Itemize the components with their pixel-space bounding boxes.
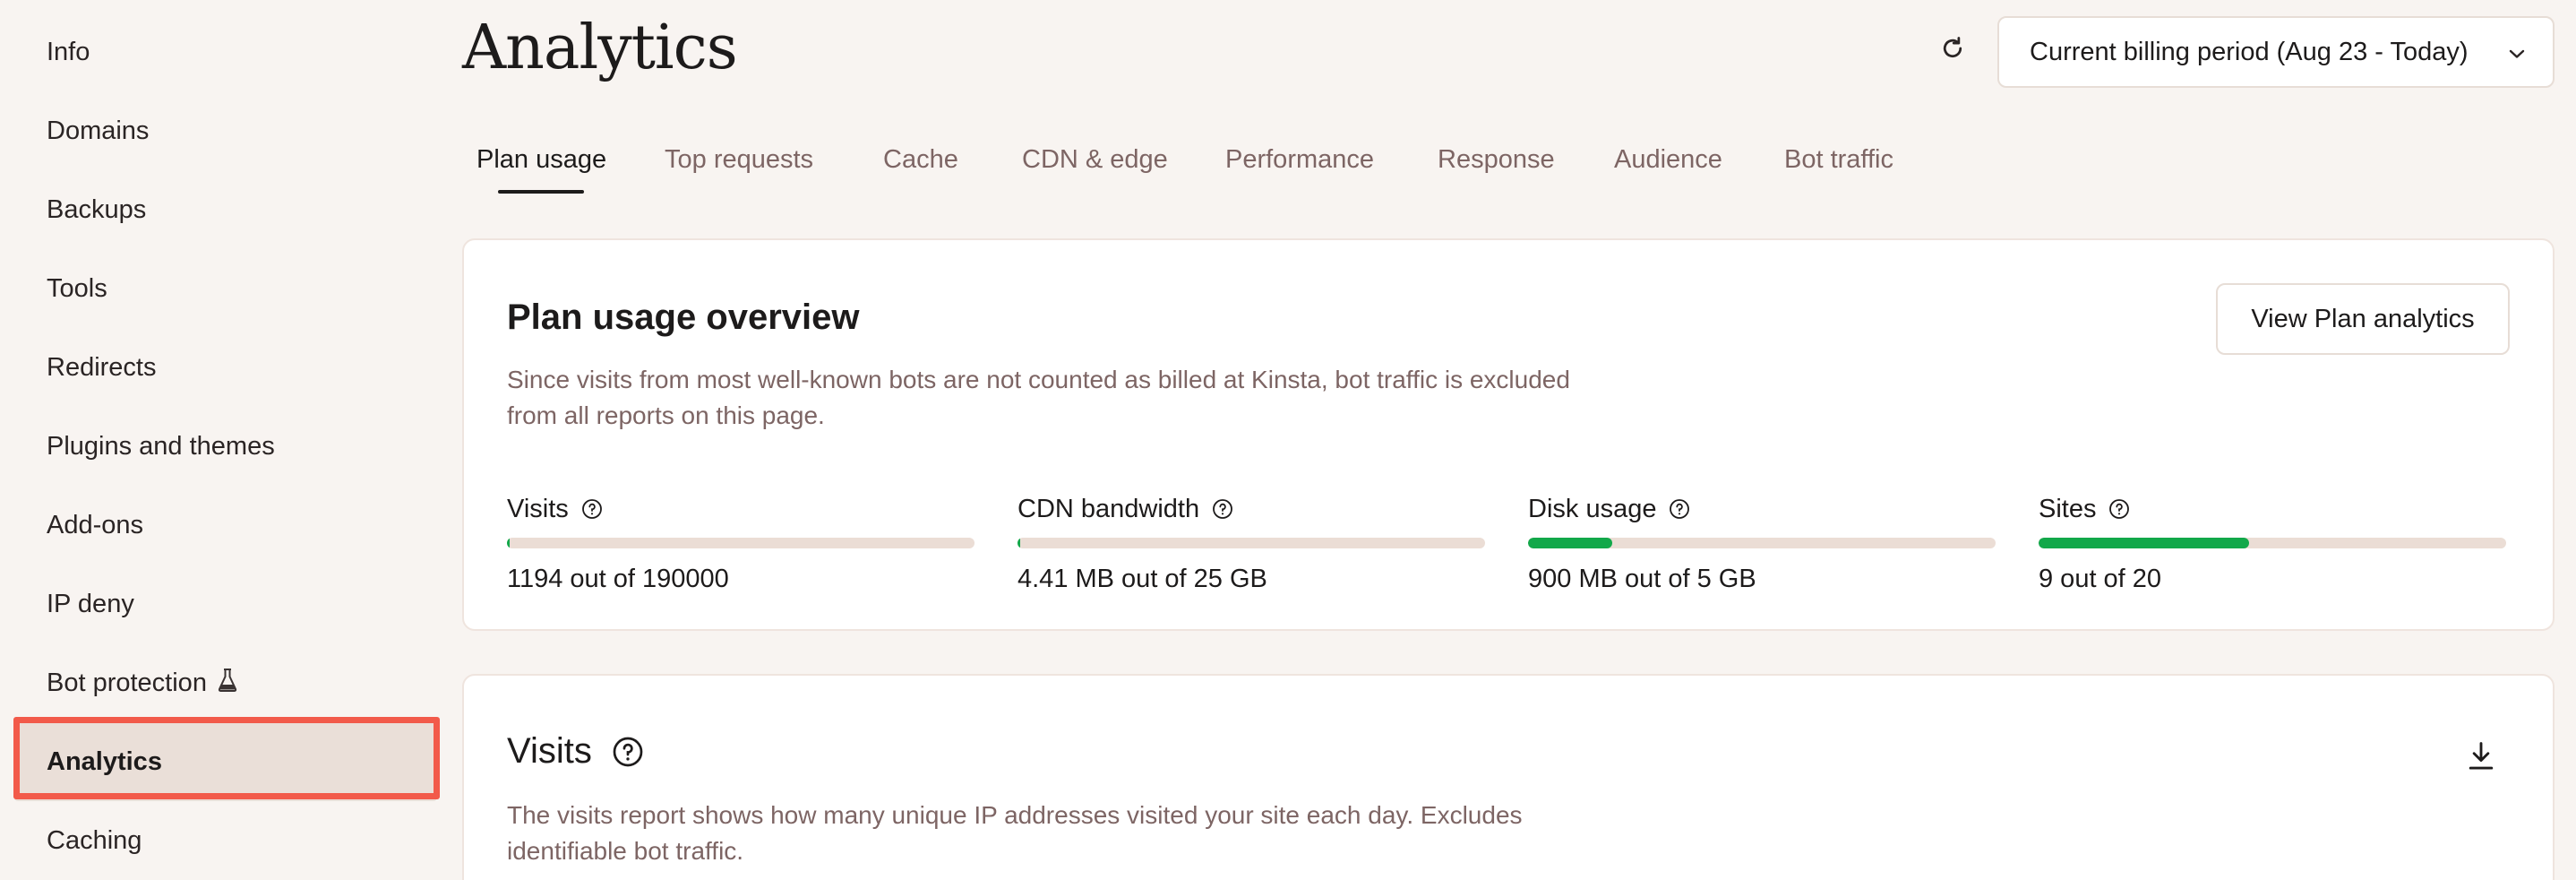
tab-label: Cache	[883, 145, 958, 174]
tab-cache[interactable]: Cache	[883, 136, 958, 195]
tab-cdn-edge[interactable]: CDN & edge	[1022, 136, 1168, 195]
sidebar-item-redirects[interactable]: Redirects	[14, 328, 437, 407]
metric-disk-usage: Disk usage 900 MB out of 5 GB	[1528, 491, 1996, 594]
billing-period-value: Current billing period (Aug 23 - Today)	[2030, 37, 2469, 66]
tab-top-requests[interactable]: Top requests	[665, 136, 813, 195]
sidebar-item-bot-protection[interactable]: Bot protection	[14, 643, 437, 722]
metric-label: Visits	[507, 494, 569, 523]
sidebar-item-add-ons[interactable]: Add-ons	[14, 486, 437, 565]
tab-label: Response	[1438, 145, 1555, 174]
metric-value: 900 MB out of 5 GB	[1528, 565, 1756, 593]
active-tab-indicator	[498, 190, 584, 194]
sidebar-item-analytics[interactable]: Analytics	[14, 722, 437, 801]
visits-description-line-2: identifiable bot traffic.	[507, 837, 744, 865]
help-icon[interactable]	[2108, 498, 2130, 520]
sidebar-item-label: Caching	[47, 825, 142, 855]
sidebar-item-info[interactable]: Info	[14, 13, 437, 91]
tab-label: Performance	[1225, 145, 1375, 174]
metric-label: CDN bandwidth	[1018, 494, 1200, 523]
sidebar-item-label: Backups	[47, 194, 147, 224]
app-root: Info Domains Backups Tools Redirects Plu…	[0, 0, 2576, 880]
sidebar-item-ip-deny[interactable]: IP deny	[14, 565, 437, 643]
sidebar-item-label: Tools	[47, 273, 107, 303]
usage-progress-bar	[507, 538, 975, 548]
billing-period-select[interactable]: Current billing period (Aug 23 - Today)	[1997, 16, 2555, 88]
page-title: Analytics	[462, 13, 738, 83]
tab-response[interactable]: Response	[1438, 136, 1555, 195]
metric-label: Disk usage	[1528, 494, 1657, 523]
usage-progress-fill	[1018, 538, 1020, 548]
view-plan-analytics-button[interactable]: View Plan analytics	[2216, 283, 2510, 355]
sidebar-item-tools[interactable]: Tools	[14, 249, 437, 328]
tab-performance[interactable]: Performance	[1225, 136, 1374, 195]
sidebar-item-backups[interactable]: Backups	[14, 170, 437, 249]
metric-cdn-bandwidth: CDN bandwidth 4.41 MB out of 25 GB	[1018, 491, 1485, 594]
sidebar-item-label: Redirects	[47, 352, 157, 382]
help-icon[interactable]	[1212, 498, 1233, 520]
visits-card: Visits The visits report shows how many …	[462, 674, 2555, 880]
sidebar-item-label: Info	[47, 37, 90, 66]
metric-value: 9 out of 20	[2039, 565, 2162, 593]
refresh-button[interactable]	[1931, 29, 1974, 72]
tab-label: Top requests	[665, 145, 814, 174]
usage-progress-fill	[507, 538, 511, 548]
usage-progress-bar	[2039, 538, 2506, 548]
sidebar-item-label: Add-ons	[47, 510, 144, 539]
plan-usage-description-line-2: from all reports on this page.	[507, 401, 825, 429]
sidebar: Info Domains Backups Tools Redirects Plu…	[0, 0, 448, 880]
sidebar-item-label: Plugins and themes	[47, 431, 275, 461]
sidebar-item-caching[interactable]: Caching	[14, 801, 437, 880]
refresh-icon	[1939, 35, 1966, 66]
sidebar-item-label: Analytics	[47, 746, 162, 776]
usage-progress-bar	[1528, 538, 1996, 548]
usage-progress-bar	[1018, 538, 1485, 548]
plan-usage-title: Plan usage overview	[507, 298, 860, 337]
tab-label: CDN & edge	[1022, 145, 1168, 174]
tab-audience[interactable]: Audience	[1614, 136, 1722, 195]
flask-icon	[218, 668, 237, 698]
plan-usage-description-line-1: Since visits from most well-known bots a…	[507, 366, 1570, 393]
help-icon[interactable]	[1669, 498, 1690, 520]
chevron-down-icon	[2508, 38, 2526, 67]
tab-plan-usage[interactable]: Plan usage	[477, 136, 606, 195]
visits-title: Visits	[507, 731, 592, 771]
metric-visits: Visits 1194 out of 190000	[507, 491, 975, 594]
visits-description-line-1: The visits report shows how many unique …	[507, 801, 1523, 829]
sidebar-item-label: Bot protection	[47, 668, 207, 697]
usage-progress-fill	[2039, 538, 2249, 548]
sidebar-item-plugins-and-themes[interactable]: Plugins and themes	[14, 407, 437, 486]
download-button[interactable]	[2461, 738, 2501, 778]
metric-sites: Sites 9 out of 20	[2039, 491, 2506, 594]
plan-usage-card: Plan usage overview Since visits from mo…	[462, 238, 2555, 631]
help-icon[interactable]	[581, 498, 603, 520]
usage-progress-fill	[1528, 538, 1612, 548]
visits-header: Visits	[507, 731, 644, 772]
metric-value: 4.41 MB out of 25 GB	[1018, 565, 1267, 593]
download-icon	[2467, 741, 2495, 776]
metric-value: 1194 out of 190000	[507, 565, 729, 593]
tab-label: Bot traffic	[1784, 145, 1893, 174]
tab-label: Plan usage	[477, 145, 607, 174]
sidebar-item-domains[interactable]: Domains	[14, 91, 437, 170]
metric-label: Sites	[2039, 494, 2097, 523]
sidebar-item-label: Domains	[47, 116, 150, 145]
help-icon[interactable]	[612, 736, 644, 768]
tab-bot-traffic[interactable]: Bot traffic	[1784, 136, 1893, 195]
tab-label: Audience	[1614, 145, 1722, 174]
sidebar-item-label: IP deny	[47, 589, 134, 618]
